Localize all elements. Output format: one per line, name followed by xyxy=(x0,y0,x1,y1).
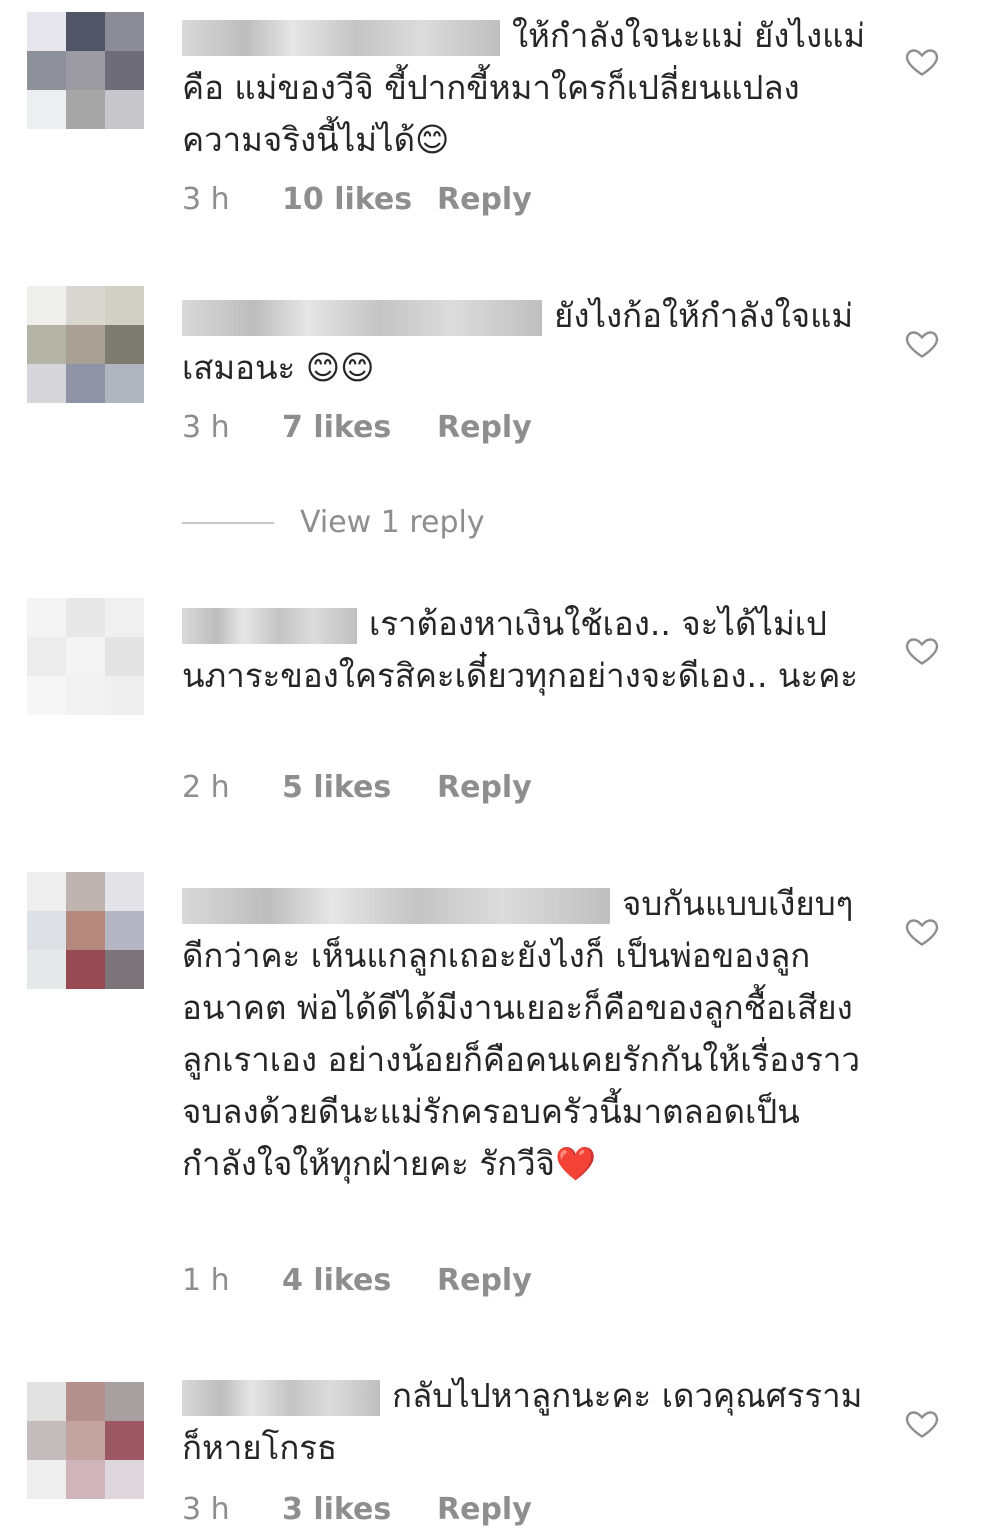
avatar[interactable] xyxy=(27,872,144,989)
reply-button[interactable]: Reply xyxy=(437,410,532,445)
username-blurred[interactable] xyxy=(182,299,542,336)
divider-line xyxy=(182,521,274,524)
username-blurred[interactable] xyxy=(182,19,500,56)
likes-count[interactable]: 10 likes xyxy=(282,182,437,217)
comment-time: 3 h xyxy=(182,1492,230,1527)
heart-outline-icon[interactable] xyxy=(904,632,940,668)
comment-meta: 1 h 4 likes Reply xyxy=(182,1263,532,1298)
comment-text: กลับไปหาลูกนะคะ เดวคุณศรรามก็หายโกรธ xyxy=(182,1376,863,1467)
avatar[interactable] xyxy=(27,286,144,403)
comment-meta: 3 h 10 likes Reply xyxy=(182,182,532,217)
avatar[interactable] xyxy=(27,12,144,129)
heart-outline-icon[interactable] xyxy=(904,1405,940,1441)
comment-meta: 3 h 3 likes Reply xyxy=(182,1492,532,1527)
comment-time: 3 h xyxy=(182,182,230,217)
reply-button[interactable]: Reply xyxy=(437,1492,532,1527)
heart-outline-icon[interactable] xyxy=(904,43,940,79)
comment-time: 1 h xyxy=(182,1263,230,1298)
comment-text: ยังไงก้อให้กำลังใจแม่เสมอนะ 😊😊 xyxy=(182,296,854,387)
reply-button[interactable]: Reply xyxy=(437,182,532,217)
comment-text: ให้กำลังใจนะแม่ ยังไงแม่คือ แม่ของวีจิ ข… xyxy=(182,16,866,159)
avatar[interactable] xyxy=(27,598,144,715)
avatar[interactable] xyxy=(27,1382,144,1499)
comment-meta: 2 h 5 likes Reply xyxy=(182,770,532,805)
reply-button[interactable]: Reply xyxy=(437,770,532,805)
view-replies-label: View 1 reply xyxy=(300,505,485,540)
username-blurred[interactable] xyxy=(182,1379,380,1416)
heart-outline-icon[interactable] xyxy=(904,913,940,949)
username-blurred[interactable] xyxy=(182,887,610,924)
reply-button[interactable]: Reply xyxy=(437,1263,532,1298)
username-blurred[interactable] xyxy=(182,607,357,644)
likes-count[interactable]: 5 likes xyxy=(282,770,437,805)
likes-count[interactable]: 3 likes xyxy=(282,1492,437,1527)
comment-text: จบกันแบบเงียบๆดีกว่าคะ เห็นแกลูกเถอะยังไ… xyxy=(182,884,860,1183)
comment-meta: 3 h 7 likes Reply xyxy=(182,410,532,445)
view-replies-button[interactable]: View 1 reply xyxy=(182,505,485,540)
likes-count[interactable]: 7 likes xyxy=(282,410,437,445)
comment-time: 3 h xyxy=(182,410,230,445)
likes-count[interactable]: 4 likes xyxy=(282,1263,437,1298)
comment-text: เราต้องหาเงินใช้เอง.. จะได้ไม่เปนภาระของ… xyxy=(182,604,859,695)
comment-time: 2 h xyxy=(182,770,230,805)
heart-outline-icon[interactable] xyxy=(904,325,940,361)
